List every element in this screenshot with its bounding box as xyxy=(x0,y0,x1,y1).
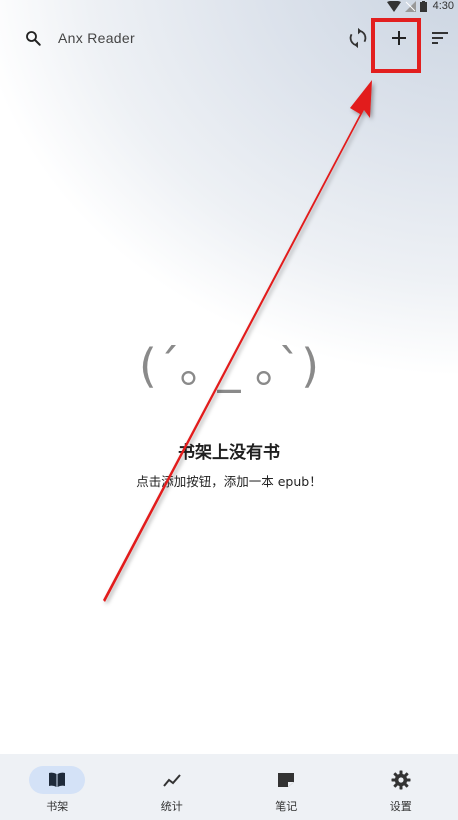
nav-pill xyxy=(29,766,86,794)
nav-item-statistics[interactable]: 统计 xyxy=(115,754,230,820)
background-gradient xyxy=(0,0,458,820)
annotation-arrow xyxy=(103,80,372,602)
search-bar[interactable]: Anx Reader xyxy=(10,22,340,54)
sort-button[interactable] xyxy=(426,24,454,52)
bottom-navigation: 书架 统计 笔记 设置 xyxy=(0,754,458,820)
nav-label: 统计 xyxy=(160,800,183,813)
nav-item-notes[interactable]: 笔记 xyxy=(229,754,344,820)
nav-label: 笔记 xyxy=(275,800,298,813)
status-bar: 4:30 xyxy=(386,0,454,12)
empty-subtitle: 点击添加按钮，添加一本 epub！ xyxy=(136,474,322,489)
sort-icon xyxy=(432,32,448,44)
search-input[interactable]: Anx Reader xyxy=(58,30,135,46)
note-icon xyxy=(278,773,295,787)
gear-icon xyxy=(391,770,411,790)
nav-pill xyxy=(373,766,429,794)
nav-item-bookshelf[interactable]: 书架 xyxy=(0,754,115,820)
nav-pill xyxy=(258,766,314,794)
chart-icon xyxy=(162,774,181,787)
signal-icon xyxy=(404,0,416,12)
annotation-highlight-box xyxy=(371,18,421,73)
nav-label: 书架 xyxy=(46,800,69,813)
empty-kaomoji: (´｡ _ ｡`) xyxy=(138,339,320,393)
status-time: 4:30 xyxy=(432,0,454,12)
nav-item-settings[interactable]: 设置 xyxy=(344,754,458,820)
search-icon xyxy=(26,31,41,46)
sync-button[interactable] xyxy=(344,24,372,52)
nav-label: 设置 xyxy=(389,800,412,813)
nav-pill xyxy=(144,766,200,794)
sync-icon xyxy=(349,27,367,49)
battery-icon xyxy=(419,0,427,12)
wifi-icon xyxy=(386,0,401,12)
empty-title: 书架上没有书 xyxy=(178,443,280,463)
book-icon xyxy=(49,772,66,787)
